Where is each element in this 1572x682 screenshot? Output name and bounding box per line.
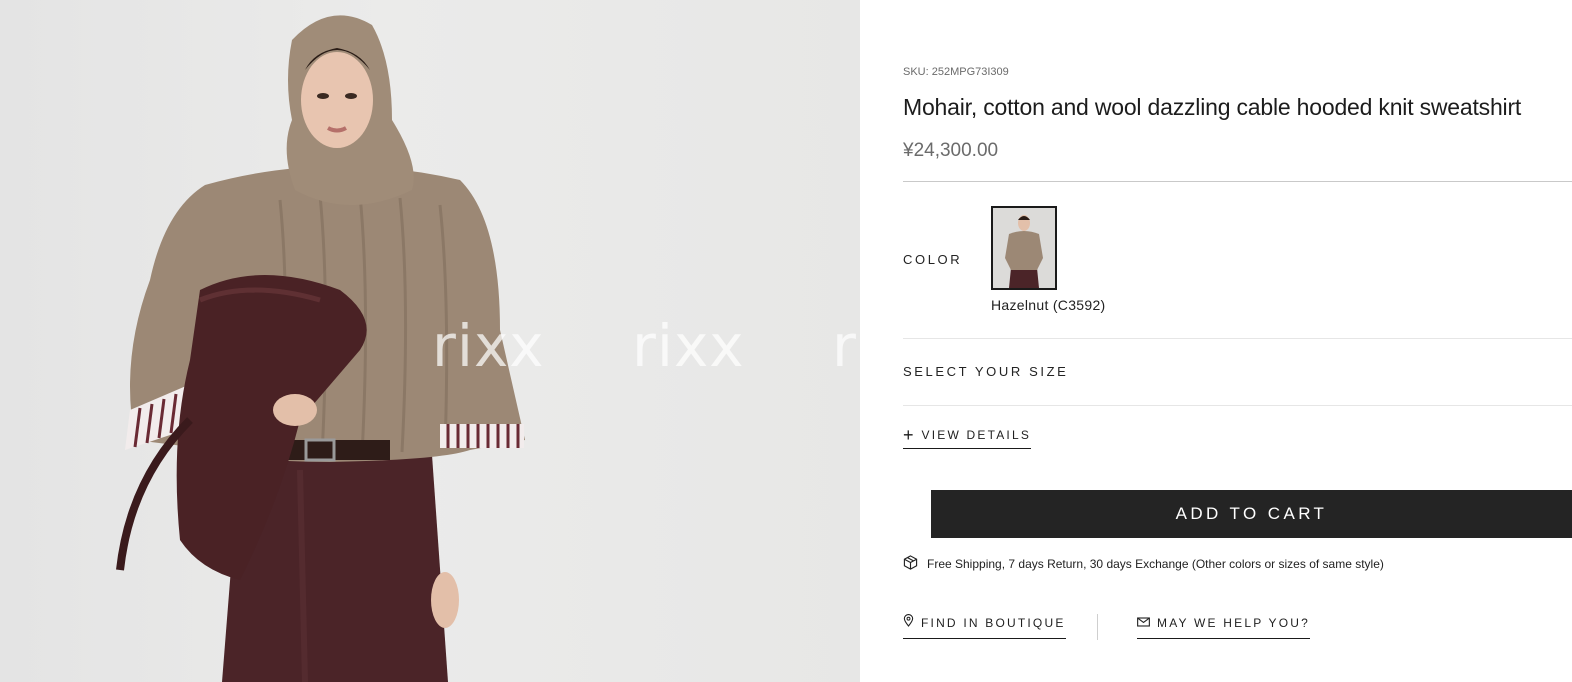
divider xyxy=(903,338,1572,339)
plus-icon: + xyxy=(903,425,914,445)
add-to-cart-button[interactable]: ADD TO CART xyxy=(931,490,1572,538)
may-we-help-you-link[interactable]: MAY WE HELP YOU? xyxy=(1137,614,1311,639)
find-in-boutique-label: FIND IN BOUTIQUE xyxy=(921,616,1066,630)
divider xyxy=(1097,614,1098,640)
view-details-label: VIEW DETAILS xyxy=(921,428,1032,442)
color-label: COLOR xyxy=(903,252,963,267)
watermark-text: rixx xyxy=(432,312,545,380)
watermark-text: ri xyxy=(832,312,860,380)
selected-color-name: Hazelnut (C3592) xyxy=(991,297,1106,313)
product-details-panel: SKU: 252MPG73I309 Mohair, cotton and woo… xyxy=(903,0,1572,682)
model-thumbnail-icon xyxy=(993,208,1055,288)
select-size-button[interactable]: SELECT YOUR SIZE xyxy=(903,364,1068,379)
may-we-help-you-label: MAY WE HELP YOU? xyxy=(1157,616,1311,630)
product-title: Mohair, cotton and wool dazzling cable h… xyxy=(903,94,1522,120)
find-in-boutique-link[interactable]: FIND IN BOUTIQUE xyxy=(903,614,1066,639)
product-sku: SKU: 252MPG73I309 xyxy=(903,66,1009,78)
divider xyxy=(903,181,1572,182)
footer-links: FIND IN BOUTIQUE MAY WE HELP YOU? xyxy=(903,614,1572,644)
divider xyxy=(903,405,1572,406)
shipping-info: Free Shipping, 7 days Return, 30 days Ex… xyxy=(903,555,1384,573)
box-icon xyxy=(903,555,918,573)
watermark-text: rixx xyxy=(632,312,745,380)
product-price: ¥24,300.00 xyxy=(903,140,999,161)
product-image[interactable]: rixx rixx ri xyxy=(0,0,860,682)
view-details-link[interactable]: + VIEW DETAILS xyxy=(903,425,1032,449)
color-swatch-hazelnut[interactable] xyxy=(991,206,1057,290)
shipping-text: Free Shipping, 7 days Return, 30 days Ex… xyxy=(927,557,1384,571)
envelope-icon xyxy=(1137,614,1150,632)
location-pin-icon xyxy=(903,614,914,632)
